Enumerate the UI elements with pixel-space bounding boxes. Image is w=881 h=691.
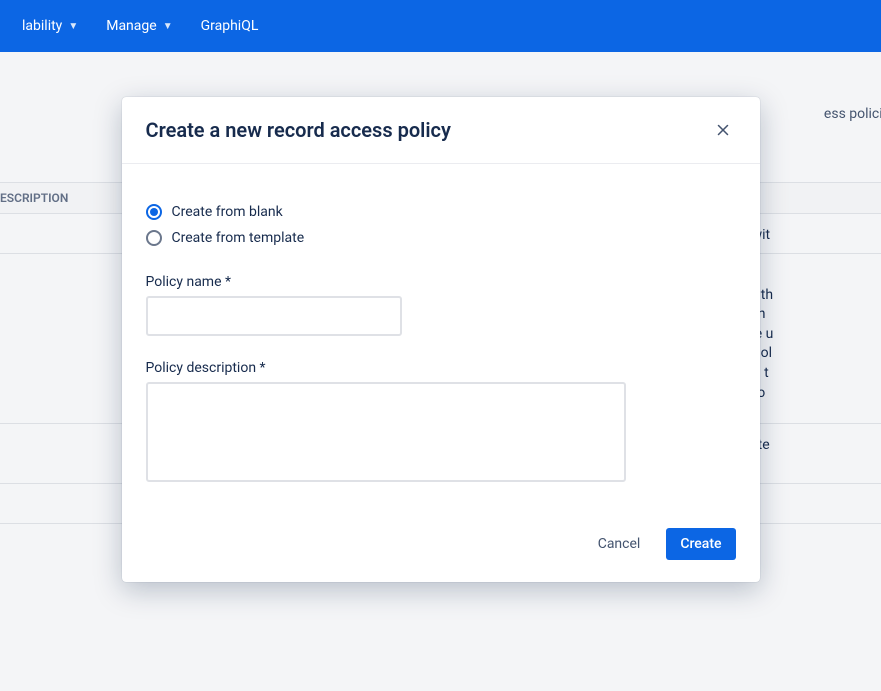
row-text-left: llows users to see o est: [0, 266, 120, 305]
close-icon: [714, 121, 732, 139]
nav-item-graphiql[interactable]: GraphiQL: [191, 12, 269, 40]
nav-label: GraphiQL: [201, 18, 259, 34]
radio-create-template[interactable]: Create from template: [146, 230, 736, 246]
policy-description-input[interactable]: [146, 382, 626, 482]
close-button[interactable]: [710, 117, 736, 143]
page-title: es: [0, 72, 881, 100]
radio-label: Create from blank: [172, 204, 283, 220]
policy-name-field: Policy name *: [146, 274, 736, 336]
create-policy-modal: Create a new record access policy Create…: [122, 97, 760, 582]
create-button[interactable]: Create: [666, 528, 735, 560]
create-mode-radio-group: Create from blank Create from template: [146, 204, 736, 246]
modal-title: Create a new record access policy: [146, 118, 451, 142]
modal-body: Create from blank Create from template P…: [122, 164, 760, 510]
row-text-left: llows users to see o: [0, 436, 120, 456]
radio-indicator: [146, 204, 162, 220]
nav-label: lability: [22, 18, 62, 34]
row-text-left: ew game: [0, 496, 120, 516]
top-nav: lability ▼ Manage ▼ GraphiQL: [0, 0, 881, 52]
policy-name-input[interactable]: [146, 296, 402, 336]
policy-description-label: Policy description *: [146, 360, 736, 376]
modal-overlay: Create a new record access policy Create…: [0, 0, 881, 691]
nav-item-manage[interactable]: Manage ▼: [96, 12, 182, 40]
nav-label: Manage: [106, 18, 156, 34]
chevron-down-icon: ▼: [163, 21, 173, 32]
nav-item-lability[interactable]: lability ▼: [12, 12, 88, 40]
cancel-button[interactable]: Cancel: [584, 528, 655, 560]
modal-header: Create a new record access policy: [122, 97, 760, 164]
modal-footer: Cancel Create: [122, 510, 760, 582]
radio-dot: [150, 208, 158, 216]
radio-create-blank[interactable]: Create from blank: [146, 204, 736, 220]
policy-description-field: Policy description *: [146, 360, 736, 486]
radio-indicator: [146, 230, 162, 246]
chevron-down-icon: ▼: [68, 21, 78, 32]
radio-label: Create from template: [172, 230, 305, 246]
page-description-right: ess policies.: [824, 106, 881, 122]
policy-name-label: Policy name *: [146, 274, 736, 290]
